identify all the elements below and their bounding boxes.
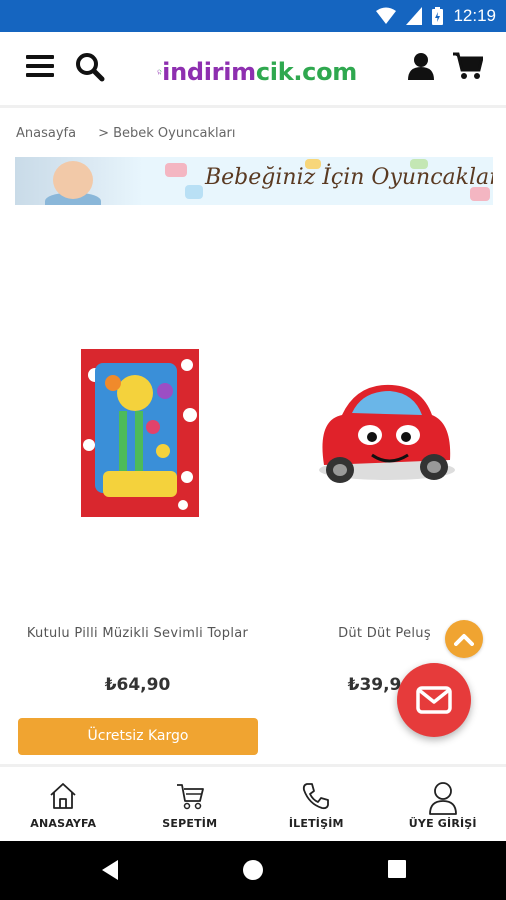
banner-baby-image bbox=[15, 157, 143, 205]
nav-item-login[interactable]: ÜYE GİRİŞİ bbox=[380, 767, 506, 841]
status-bar: 12:19 bbox=[0, 0, 506, 32]
mail-icon bbox=[416, 686, 452, 714]
recent-apps-icon[interactable] bbox=[387, 859, 407, 879]
signal-icon bbox=[406, 7, 423, 25]
ball-toy-box-image bbox=[81, 349, 199, 517]
system-navigation-bar bbox=[0, 841, 506, 900]
phone-icon bbox=[303, 783, 330, 810]
site-logo[interactable]: indirimcik.com bbox=[157, 52, 357, 92]
nav-label-home: ANASAYFA bbox=[30, 817, 97, 830]
home-button-icon[interactable] bbox=[242, 859, 264, 881]
nav-label-contact: İLETİŞİM bbox=[288, 817, 344, 830]
nav-item-cart[interactable]: SEPETİM bbox=[127, 767, 254, 841]
nav-item-contact[interactable]: İLETİŞİM bbox=[253, 767, 380, 841]
bottom-navigation: ANASAYFA SEPETİM İLETİŞİM ÜYE GİRİŞİ bbox=[0, 764, 506, 841]
product-image[interactable] bbox=[262, 215, 506, 615]
chevron-up-icon bbox=[454, 634, 474, 646]
user-icon bbox=[428, 782, 457, 815]
wifi-icon bbox=[376, 7, 397, 24]
breadcrumb: Anasayfa > Bebek Oyuncakları bbox=[16, 126, 236, 141]
scroll-to-top-button[interactable] bbox=[445, 620, 483, 658]
cart-icon bbox=[176, 784, 204, 810]
logo-text: indirimcik.com bbox=[162, 58, 357, 86]
user-account-icon[interactable] bbox=[408, 52, 434, 80]
nav-label-login: ÜYE GİRİŞİ bbox=[408, 817, 477, 830]
category-banner[interactable]: Bebeğiniz İçin Oyuncaklar bbox=[15, 157, 493, 205]
product-name[interactable]: Kutulu Pilli Müzikli Sevimli Toplar bbox=[25, 625, 250, 642]
nav-label-cart: SEPETİM bbox=[162, 817, 218, 830]
home-icon bbox=[50, 783, 76, 809]
back-icon[interactable] bbox=[100, 859, 120, 881]
plush-car-image bbox=[319, 384, 455, 483]
search-icon[interactable] bbox=[75, 52, 105, 82]
breadcrumb-home-link[interactable]: Anasayfa bbox=[16, 126, 76, 141]
product-card[interactable]: Kutulu Pilli Müzikli Sevimli Toplar ₺64,… bbox=[15, 215, 260, 765]
app-header: indirimcik.com bbox=[0, 32, 506, 108]
logo-text-part2: cik.com bbox=[255, 58, 357, 86]
mail-button[interactable] bbox=[397, 663, 471, 737]
logo-text-part1: indirim bbox=[162, 58, 256, 86]
product-card[interactable]: Düt Düt Peluş ₺39,9 bbox=[262, 215, 506, 765]
product-image[interactable] bbox=[15, 215, 260, 615]
free-shipping-button[interactable]: Ücretsiz Kargo bbox=[18, 718, 258, 755]
menu-icon[interactable] bbox=[26, 54, 54, 78]
product-price: ₺64,90 bbox=[104, 675, 171, 695]
battery-icon bbox=[432, 7, 444, 25]
banner-text: Bebeğiniz İçin Oyuncaklar bbox=[205, 165, 493, 190]
status-time: 12:19 bbox=[453, 6, 496, 25]
nav-item-home[interactable]: ANASAYFA bbox=[0, 767, 127, 841]
shopping-cart-icon[interactable] bbox=[453, 52, 483, 80]
breadcrumb-current[interactable]: > Bebek Oyuncakları bbox=[98, 126, 235, 141]
